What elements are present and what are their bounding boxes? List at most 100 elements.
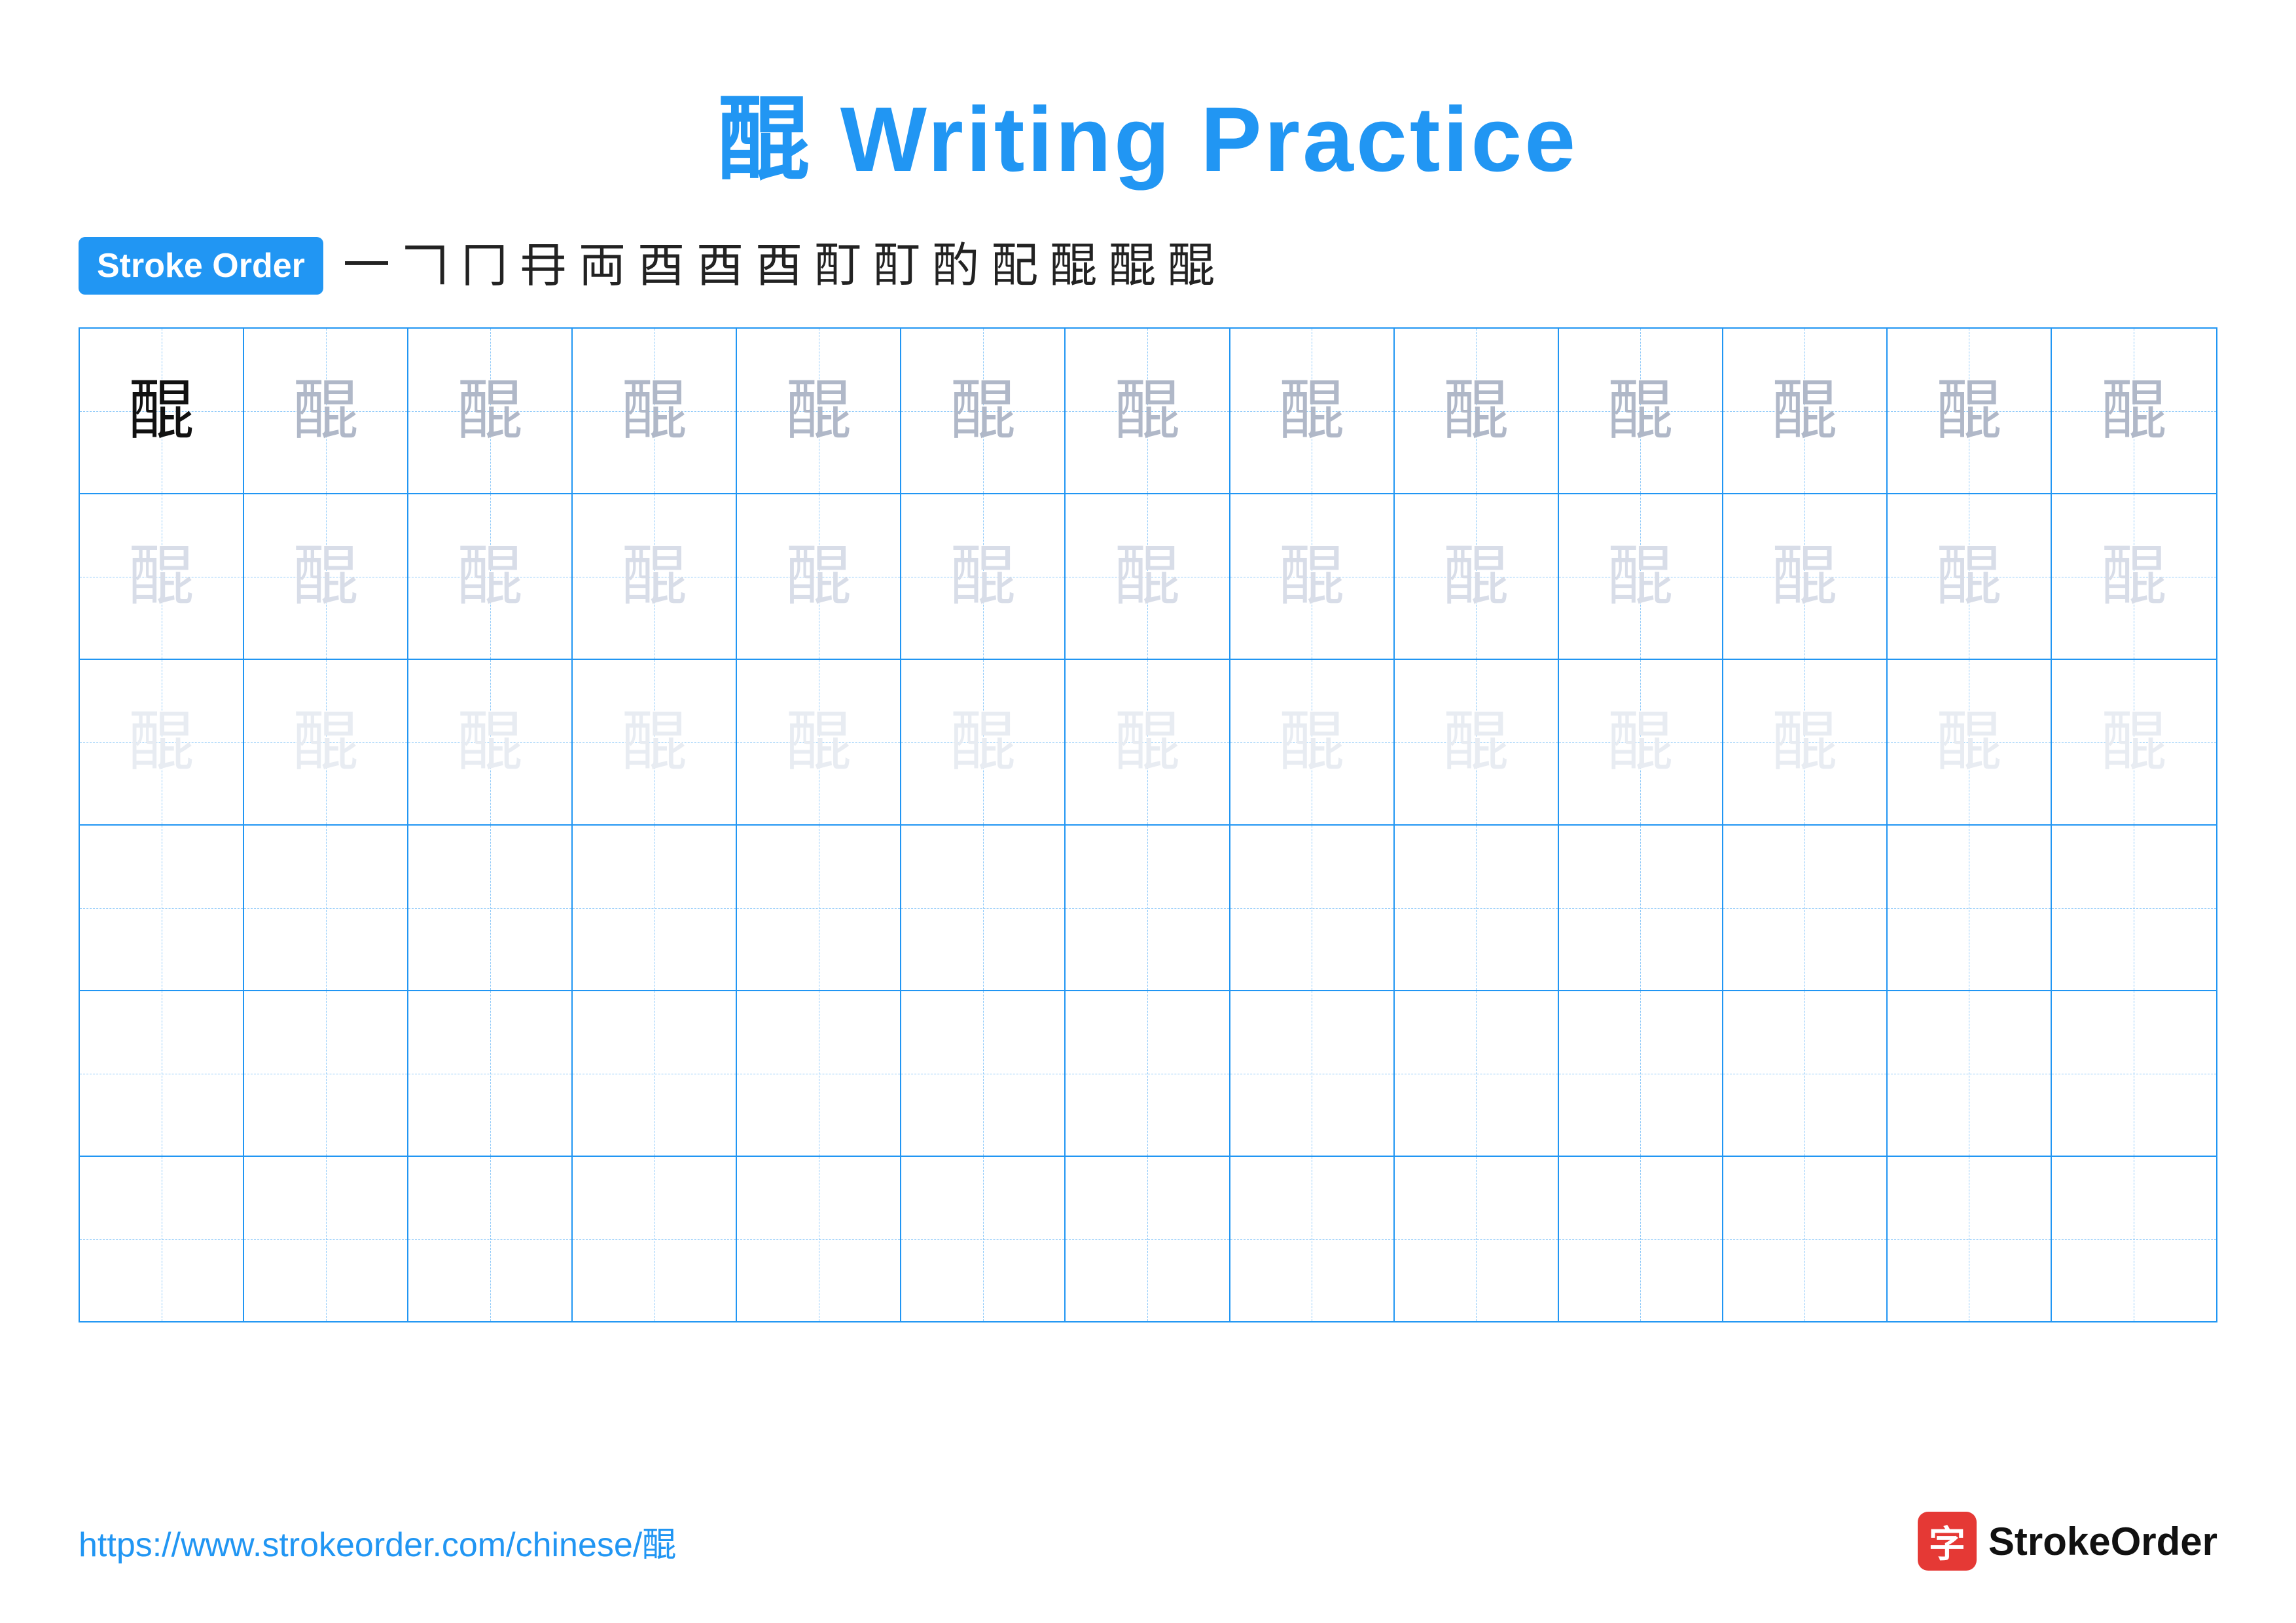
grid-cell-2-6[interactable]: 醌 [1066, 660, 1230, 824]
grid-cell-3-9[interactable] [1559, 826, 1723, 990]
grid-cell-2-4[interactable]: 醌 [737, 660, 901, 824]
grid-cell-2-12[interactable]: 醌 [2052, 660, 2216, 824]
grid-cell-1-1[interactable]: 醌 [244, 494, 408, 659]
cell-char-2-2: 醌 [457, 710, 523, 775]
cell-char-2-6: 醌 [1115, 710, 1180, 775]
grid-cell-0-5[interactable]: 醌 [901, 329, 1066, 493]
grid-cell-2-10[interactable]: 醌 [1723, 660, 1888, 824]
grid-cell-2-11[interactable]: 醌 [1888, 660, 2052, 824]
cell-char-0-12: 醌 [2101, 378, 2166, 444]
grid-cell-0-4[interactable]: 醌 [737, 329, 901, 493]
grid-cell-5-1[interactable] [244, 1157, 408, 1321]
grid-cell-4-7[interactable] [1230, 991, 1395, 1156]
grid-cell-4-10[interactable] [1723, 991, 1888, 1156]
grid-cell-4-2[interactable] [408, 991, 573, 1156]
grid-cell-3-4[interactable] [737, 826, 901, 990]
stroke-step-8: 酊 [814, 242, 861, 289]
grid-cell-1-12[interactable]: 醌 [2052, 494, 2216, 659]
grid-cell-5-7[interactable] [1230, 1157, 1395, 1321]
grid-cell-2-2[interactable]: 醌 [408, 660, 573, 824]
grid-cell-2-1[interactable]: 醌 [244, 660, 408, 824]
grid-cell-3-3[interactable] [573, 826, 737, 990]
cell-char-2-10: 醌 [1772, 710, 1837, 775]
stroke-step-11: 配 [991, 242, 1038, 289]
grid-cell-0-1[interactable]: 醌 [244, 329, 408, 493]
stroke-step-14: 醌 [1168, 242, 1215, 289]
cell-char-2-5: 醌 [950, 710, 1016, 775]
grid-cell-5-3[interactable] [573, 1157, 737, 1321]
grid-cell-4-12[interactable] [2052, 991, 2216, 1156]
stroke-step-0: 一 [343, 242, 390, 289]
grid-cell-1-9[interactable]: 醌 [1559, 494, 1723, 659]
grid-cell-0-10[interactable]: 醌 [1723, 329, 1888, 493]
grid-cell-1-2[interactable]: 醌 [408, 494, 573, 659]
footer: https://www.strokeorder.com/chinese/醌 字 … [79, 1512, 2217, 1571]
footer-logo: 字 StrokeOrder [1918, 1512, 2217, 1571]
cell-char-1-5: 醌 [950, 544, 1016, 610]
grid-cell-5-10[interactable] [1723, 1157, 1888, 1321]
grid-cell-4-11[interactable] [1888, 991, 2052, 1156]
grid-cell-1-7[interactable]: 醌 [1230, 494, 1395, 659]
grid-cell-1-8[interactable]: 醌 [1395, 494, 1559, 659]
cell-char-0-5: 醌 [950, 378, 1016, 444]
grid-cell-4-9[interactable] [1559, 991, 1723, 1156]
grid-cell-0-9[interactable]: 醌 [1559, 329, 1723, 493]
grid-cell-3-8[interactable] [1395, 826, 1559, 990]
grid-cell-5-6[interactable] [1066, 1157, 1230, 1321]
footer-url[interactable]: https://www.strokeorder.com/chinese/醌 [79, 1517, 676, 1566]
grid-cell-5-5[interactable] [901, 1157, 1066, 1321]
grid-cell-3-11[interactable] [1888, 826, 2052, 990]
grid-cell-5-8[interactable] [1395, 1157, 1559, 1321]
practice-grid: 醌醌醌醌醌醌醌醌醌醌醌醌醌醌醌醌醌醌醌醌醌醌醌醌醌醌醌醌醌醌醌醌醌醌醌醌醌醌醌 [79, 327, 2217, 1322]
grid-cell-2-9[interactable]: 醌 [1559, 660, 1723, 824]
page-title: 醌 Writing Practice [718, 65, 1578, 198]
grid-cell-2-3[interactable]: 醌 [573, 660, 737, 824]
cell-char-0-11: 醌 [1936, 378, 2001, 444]
grid-cell-4-1[interactable] [244, 991, 408, 1156]
cell-char-0-3: 醌 [622, 378, 687, 444]
grid-cell-0-3[interactable]: 醌 [573, 329, 737, 493]
grid-cell-3-10[interactable] [1723, 826, 1888, 990]
grid-cell-3-2[interactable] [408, 826, 573, 990]
grid-cell-0-8[interactable]: 醌 [1395, 329, 1559, 493]
grid-cell-5-9[interactable] [1559, 1157, 1723, 1321]
grid-cell-3-5[interactable] [901, 826, 1066, 990]
grid-cell-0-0[interactable]: 醌 [80, 329, 244, 493]
grid-cell-1-6[interactable]: 醌 [1066, 494, 1230, 659]
grid-cell-3-1[interactable] [244, 826, 408, 990]
grid-cell-2-5[interactable]: 醌 [901, 660, 1066, 824]
grid-cell-1-0[interactable]: 醌 [80, 494, 244, 659]
grid-cell-5-2[interactable] [408, 1157, 573, 1321]
grid-cell-1-10[interactable]: 醌 [1723, 494, 1888, 659]
grid-cell-4-3[interactable] [573, 991, 737, 1156]
stroke-step-7: 酉 [755, 242, 802, 289]
grid-cell-4-6[interactable] [1066, 991, 1230, 1156]
grid-cell-1-11[interactable]: 醌 [1888, 494, 2052, 659]
cell-char-1-1: 醌 [293, 544, 359, 610]
grid-cell-3-7[interactable] [1230, 826, 1395, 990]
grid-cell-2-0[interactable]: 醌 [80, 660, 244, 824]
grid-cell-1-3[interactable]: 醌 [573, 494, 737, 659]
grid-cell-5-11[interactable] [1888, 1157, 2052, 1321]
grid-cell-4-8[interactable] [1395, 991, 1559, 1156]
stroke-step-6: 酉 [696, 242, 744, 289]
grid-cell-5-4[interactable] [737, 1157, 901, 1321]
grid-cell-2-8[interactable]: 醌 [1395, 660, 1559, 824]
grid-cell-4-5[interactable] [901, 991, 1066, 1156]
grid-cell-0-11[interactable]: 醌 [1888, 329, 2052, 493]
grid-cell-5-12[interactable] [2052, 1157, 2216, 1321]
grid-cell-4-4[interactable] [737, 991, 901, 1156]
grid-cell-3-0[interactable] [80, 826, 244, 990]
cell-char-1-7: 醌 [1279, 544, 1344, 610]
grid-cell-5-0[interactable] [80, 1157, 244, 1321]
grid-cell-1-5[interactable]: 醌 [901, 494, 1066, 659]
grid-cell-0-12[interactable]: 醌 [2052, 329, 2216, 493]
grid-cell-1-4[interactable]: 醌 [737, 494, 901, 659]
grid-cell-0-7[interactable]: 醌 [1230, 329, 1395, 493]
grid-cell-4-0[interactable] [80, 991, 244, 1156]
grid-cell-2-7[interactable]: 醌 [1230, 660, 1395, 824]
grid-cell-0-2[interactable]: 醌 [408, 329, 573, 493]
grid-cell-3-12[interactable] [2052, 826, 2216, 990]
grid-cell-0-6[interactable]: 醌 [1066, 329, 1230, 493]
grid-cell-3-6[interactable] [1066, 826, 1230, 990]
